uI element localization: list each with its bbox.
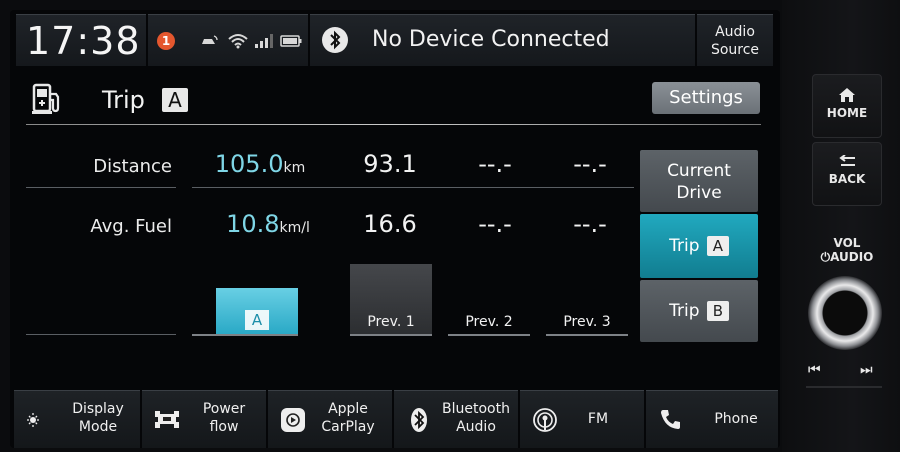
avg-fuel-prev3-value: --.-: [573, 210, 607, 238]
bluetooth-audio-icon: [411, 408, 427, 432]
distance-prev3-value: --.-: [573, 150, 607, 178]
power-icon: ⏻: [820, 250, 831, 264]
fm-button[interactable]: FM: [520, 390, 644, 448]
distance-unit: km: [283, 160, 306, 176]
avg-fuel-unit: km/l: [279, 220, 310, 236]
bar-baseline: [546, 334, 628, 336]
right-bezel: [782, 0, 900, 452]
seek-forward-icon[interactable]: ⏭: [860, 362, 873, 378]
fm-label: FM: [587, 411, 609, 427]
bar-label-a: A: [245, 310, 269, 330]
home-icon: [813, 87, 881, 106]
power-flow-label-2: flow: [209, 419, 239, 435]
bt-audio-label-2: Audio: [456, 419, 496, 435]
trip-a-letter: A: [706, 236, 729, 256]
avg-fuel-current-value: 10.8km/l: [226, 210, 310, 238]
fuel-pump-icon: [32, 83, 60, 114]
audio-source-label-1: Audio: [715, 24, 755, 40]
trip-indicator: A: [162, 88, 188, 112]
clock: 17:38: [26, 19, 141, 63]
trip-b-letter: B: [706, 301, 729, 321]
page-title: Trip: [102, 86, 145, 114]
bar-baseline: [350, 334, 432, 336]
row-divider-left: [26, 187, 176, 188]
trip-b-label: Trip: [669, 301, 700, 321]
trip-a-button[interactable]: Trip A: [640, 214, 758, 278]
back-icon: [813, 154, 881, 172]
bar-label-prev2: Prev. 2: [465, 314, 513, 330]
display-mode-button[interactable]: Display Mode: [14, 390, 140, 448]
vol-audio-label: VOL ⏻AUDIO: [812, 236, 882, 264]
trip-a-label: Trip: [669, 236, 700, 256]
connected-car-icon: [202, 35, 218, 44]
bt-audio-label-1: Bluetooth: [442, 401, 510, 417]
bar-label-prev3: Prev. 3: [563, 314, 611, 330]
display-mode-label-2: Mode: [78, 419, 118, 435]
bar-baseline: [448, 334, 530, 336]
title-row: Trip A Settings: [10, 72, 780, 124]
title-divider: [26, 124, 761, 125]
distance-current-value: 105.0km: [214, 150, 306, 178]
back-button[interactable]: BACK: [812, 142, 882, 206]
battery-icon: [280, 35, 302, 47]
bluetooth-icon: [322, 27, 348, 53]
bluetooth-status[interactable]: No Device Connected: [310, 14, 695, 66]
chart-base-left: [26, 334, 176, 335]
seek-back-icon[interactable]: ⏮: [808, 362, 821, 378]
trip-b-button[interactable]: Trip B: [640, 280, 758, 342]
current-drive-label-1: Current: [667, 161, 731, 181]
phone-button[interactable]: Phone: [646, 390, 778, 448]
signal-strength-icon: [255, 34, 273, 48]
bar-label-prev1: Prev. 1: [367, 314, 415, 330]
settings-button[interactable]: Settings: [652, 82, 760, 114]
status-bar: 17:38 1 No Device Connected Audio Source: [10, 10, 780, 68]
row-divider-right: [192, 187, 634, 188]
carplay-label-2: CarPlay: [321, 419, 375, 435]
avg-fuel-label: Avg. Fuel: [90, 216, 172, 237]
apple-carplay-button[interactable]: Apple CarPlay: [268, 390, 392, 448]
wifi-icon: [228, 34, 248, 49]
infotainment-screen: 17:38 1 No Device Connected Audio Source: [10, 10, 780, 448]
distance-prev2-value: --.-: [478, 150, 512, 178]
audio-source-button[interactable]: Audio Source: [697, 14, 773, 66]
seek-divider: [806, 386, 882, 388]
power-flow-button[interactable]: Power flow: [142, 390, 266, 448]
display-mode-label-1: Display: [72, 401, 124, 417]
back-label: BACK: [828, 172, 866, 186]
clock-area[interactable]: 17:38: [16, 14, 146, 66]
volume-knob[interactable]: [808, 276, 882, 350]
phone-icon: [661, 410, 680, 429]
power-flow-label-1: Power: [202, 401, 246, 417]
home-label: HOME: [826, 106, 868, 120]
avg-fuel-prev2-value: --.-: [478, 210, 512, 238]
power-flow-icon: [155, 411, 179, 428]
radio-antenna-icon: [533, 408, 557, 432]
current-drive-label-2: Drive: [676, 183, 722, 203]
distance-prev1-value: 93.1: [363, 150, 417, 178]
bluetooth-audio-button[interactable]: Bluetooth Audio: [394, 390, 518, 448]
current-drive-button[interactable]: Current Drive: [640, 150, 758, 212]
distance-label: Distance: [93, 156, 172, 177]
audio-label: AUDIO: [830, 250, 874, 264]
carplay-label-1: Apple: [328, 401, 368, 417]
bottom-nav: Display Mode Power flow Apple CarPlay Bl…: [10, 390, 780, 448]
avg-fuel-prev1-value: 16.6: [363, 210, 417, 238]
status-icons[interactable]: 1: [148, 14, 308, 66]
sun-moon-icon: [27, 413, 47, 427]
home-button[interactable]: HOME: [812, 74, 882, 138]
bluetooth-status-text: No Device Connected: [372, 27, 610, 52]
phone-label: Phone: [714, 411, 758, 427]
vol-label: VOL: [833, 236, 861, 250]
notification-badge: 1: [157, 32, 175, 50]
audio-source-label-2: Source: [710, 42, 760, 58]
carplay-icon: [281, 408, 305, 432]
bar-baseline: [192, 334, 298, 336]
